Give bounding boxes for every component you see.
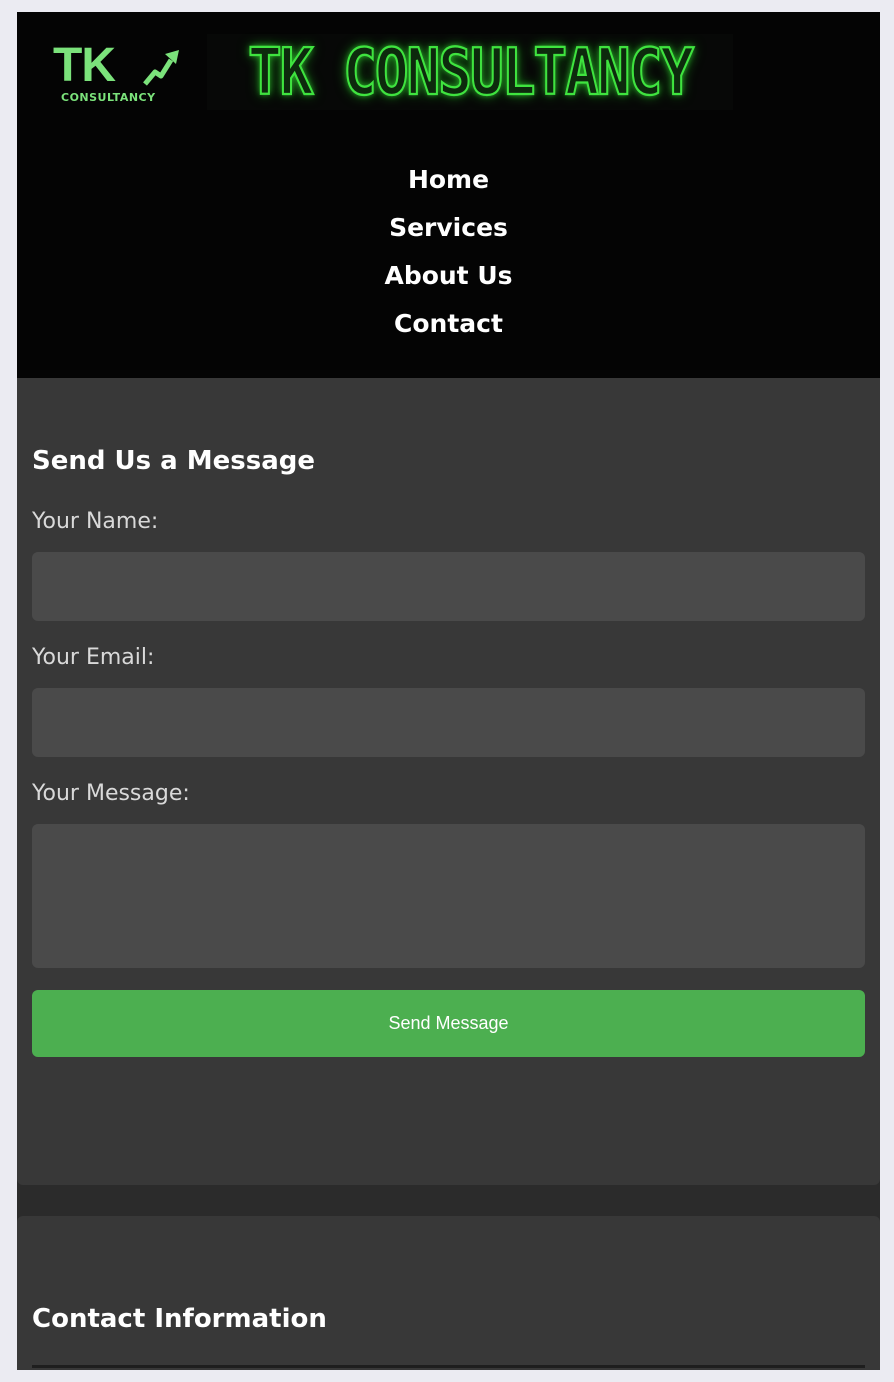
form-title: Send Us a Message bbox=[32, 446, 316, 476]
banner-text: TK CONSULTANCY bbox=[247, 33, 695, 110]
nav-home-link[interactable]: Home bbox=[408, 156, 489, 204]
email-label: Your Email: bbox=[32, 645, 155, 670]
main-nav: Home Services About Us Contact bbox=[17, 156, 880, 348]
brand-banner: TK CONSULTANCY bbox=[207, 33, 733, 111]
logo-subtitle: CONSULTANCY bbox=[61, 91, 156, 104]
message-label: Your Message: bbox=[32, 781, 190, 806]
site-header: TK CONSULTANCY TK CONSULTANCY Home Servi… bbox=[17, 12, 880, 378]
logo[interactable]: TK CONSULTANCY bbox=[53, 42, 185, 106]
email-field[interactable] bbox=[32, 688, 865, 757]
nav-services-link[interactable]: Services bbox=[389, 204, 508, 252]
send-message-button[interactable]: Send Message bbox=[32, 990, 865, 1057]
contact-info-title: Contact Information bbox=[32, 1304, 327, 1334]
page-frame: TK CONSULTANCY TK CONSULTANCY Home Servi… bbox=[17, 12, 880, 1370]
section-divider bbox=[32, 1365, 865, 1368]
nav-contact-link[interactable]: Contact bbox=[394, 300, 503, 348]
trending-arrow-icon bbox=[143, 50, 179, 86]
contact-info-section: Contact Information bbox=[17, 1216, 880, 1370]
message-form-section: Send Us a Message Your Name: Your Email:… bbox=[17, 378, 880, 1185]
message-field[interactable] bbox=[32, 824, 865, 968]
name-label: Your Name: bbox=[32, 509, 159, 534]
nav-about-link[interactable]: About Us bbox=[384, 252, 512, 300]
logo-mark: TK bbox=[53, 39, 116, 92]
name-field[interactable] bbox=[32, 552, 865, 621]
